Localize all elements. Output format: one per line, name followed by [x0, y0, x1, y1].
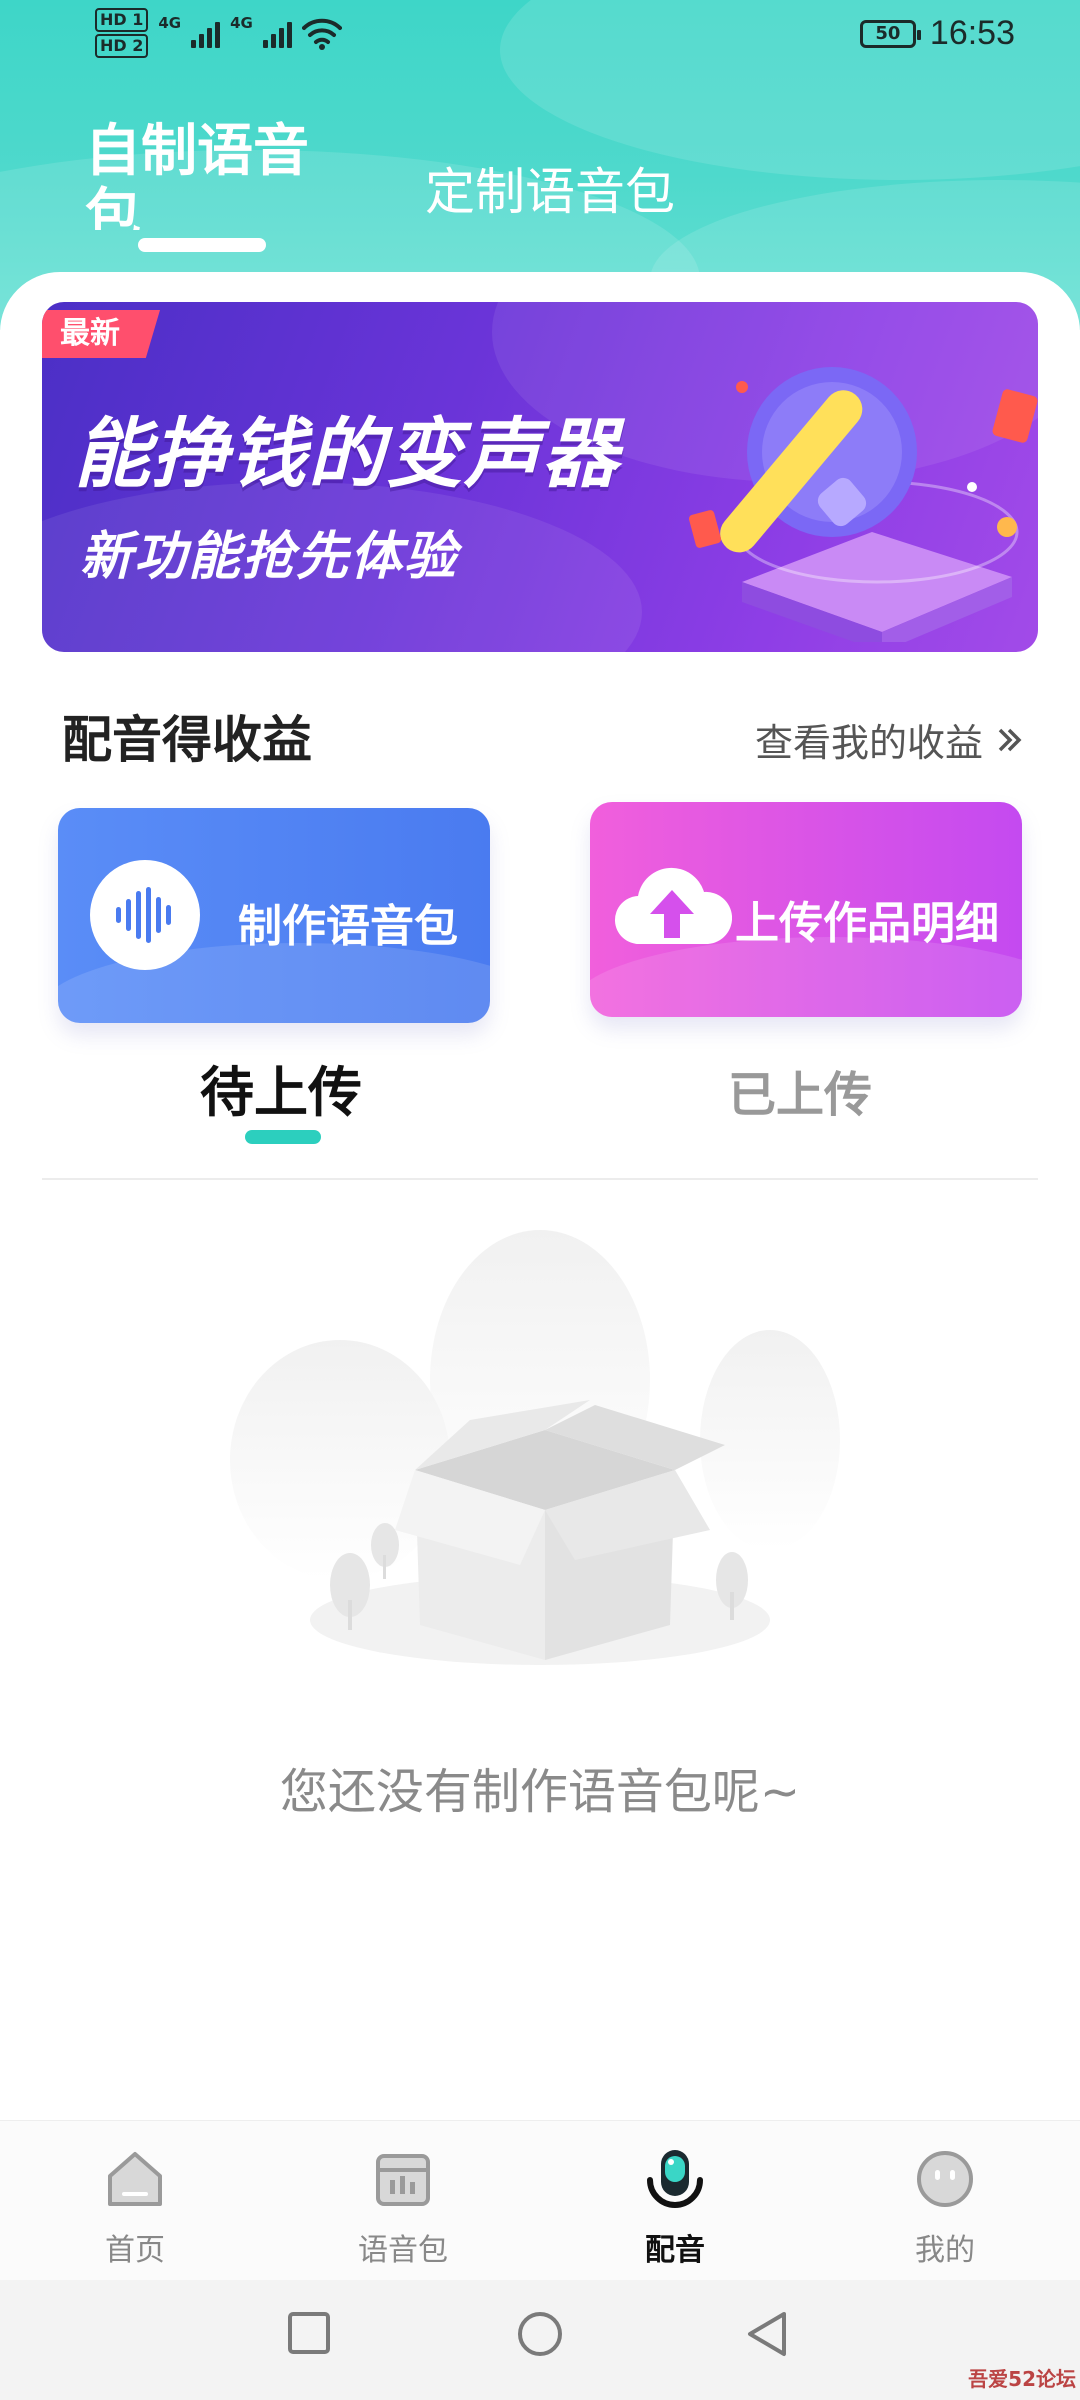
- nav-dubbing[interactable]: 配音: [595, 2139, 755, 2269]
- cloud-upload-icon: [614, 867, 732, 945]
- status-bar: HD 1 HD 2 4G 4G 50 16:53: [0, 0, 1080, 78]
- earnings-section-title: 配音得收益: [62, 711, 312, 769]
- empty-state-message: 您还没有制作语音包呢~: [279, 1764, 801, 1820]
- upload-details-label: 上传作品明细: [735, 898, 999, 949]
- nav-dubbing-label: 配音: [645, 2233, 705, 2268]
- nav-home[interactable]: 首页: [55, 2139, 215, 2269]
- profile-icon: [917, 2151, 973, 2207]
- watermark: 吾爱52论坛: [968, 2367, 1076, 2391]
- nav-profile-label: 我的: [915, 2233, 975, 2268]
- upload-details-button[interactable]: 上传作品明细: [590, 802, 1022, 1017]
- divider: [42, 1178, 1038, 1180]
- sound-wave-icon: [90, 860, 200, 970]
- hd2-indicator: HD 2: [95, 34, 149, 58]
- clock: 16:53: [929, 14, 1015, 52]
- make-voice-pack-button[interactable]: 制作语音包: [58, 808, 490, 1023]
- system-navigation-bar: 吾爱52论坛: [0, 2280, 1080, 2400]
- wifi-icon: [301, 18, 342, 50]
- banner-microphone-illustration: [688, 367, 1038, 642]
- tab-self-made-voice-pack[interactable]: 自制语音包: [85, 120, 325, 230]
- view-earnings-link[interactable]: 查看我的收益: [755, 712, 1025, 767]
- make-voice-pack-label: 制作语音包: [238, 901, 458, 952]
- promo-banner[interactable]: 最新 能挣钱的变声器 新功能抢先体验: [42, 302, 1038, 652]
- view-earnings-label: 查看我的收益: [754, 721, 983, 765]
- voice-pack-icon: [376, 2154, 430, 2206]
- double-chevron-right-icon: [998, 728, 1022, 751]
- network-type-1: 4G: [158, 14, 182, 32]
- nav-home-label: 首页: [105, 2233, 165, 2268]
- hd1-indicator: HD 1: [95, 8, 149, 32]
- home-icon: [108, 2152, 162, 2206]
- nav-voice-pack[interactable]: 语音包: [323, 2139, 483, 2269]
- recent-apps-button[interactable]: [286, 2310, 332, 2356]
- banner-title: 能挣钱的变声器: [74, 409, 620, 498]
- home-button[interactable]: [516, 2310, 564, 2358]
- banner-subtitle: 新功能抢先体验: [80, 527, 459, 587]
- empty-box-illustration: [230, 1230, 840, 1665]
- microphone-icon: [647, 2150, 703, 2208]
- nav-profile[interactable]: 我的: [865, 2139, 1025, 2269]
- signal-icon-1: [191, 18, 221, 48]
- network-type-2: 4G: [230, 14, 253, 32]
- banner-new-tag: 最新: [42, 310, 160, 358]
- signal-icon-2: [262, 18, 292, 48]
- tab-uploaded[interactable]: 已上传: [728, 1055, 872, 1125]
- bottom-navigation: 首页 语音包 配音 我的: [0, 2120, 1080, 2281]
- battery-icon: 50: [859, 19, 921, 48]
- nav-voice-pack-label: 语音包: [358, 2233, 448, 2268]
- tab-custom-voice-pack[interactable]: 定制语音包: [425, 152, 675, 224]
- top-tab-indicator: [138, 238, 266, 252]
- back-button[interactable]: [744, 2310, 790, 2358]
- sub-tab-indicator: [245, 1130, 321, 1144]
- tab-pending-upload[interactable]: 待上传: [200, 1048, 362, 1127]
